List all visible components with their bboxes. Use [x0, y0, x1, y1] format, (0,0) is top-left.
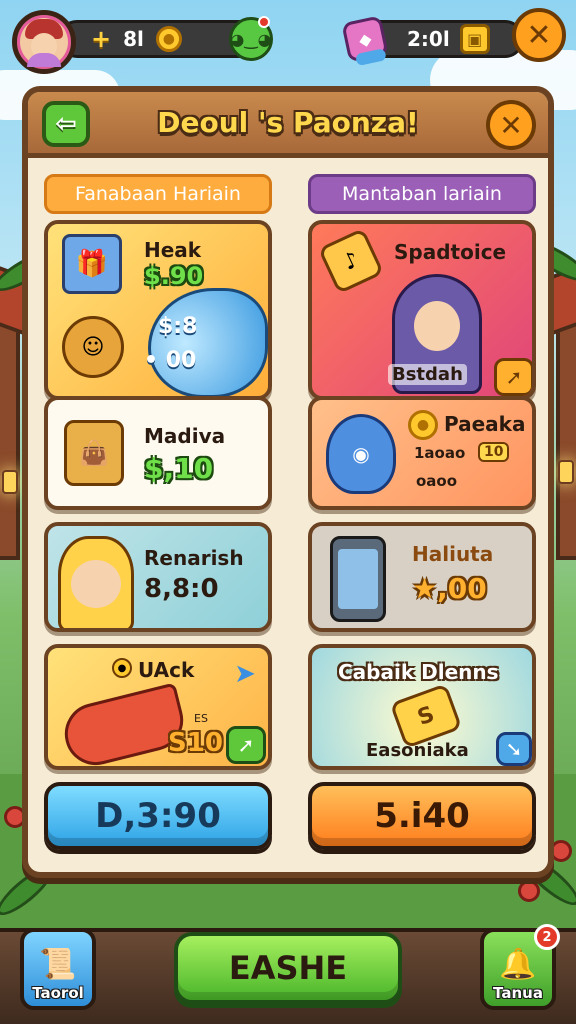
shop-card-heak[interactable]: 🎁 Heak $.90 ☺ $:8 • 00: [44, 220, 272, 400]
character-name: Bstdah: [388, 364, 467, 385]
card-price: S10: [168, 728, 223, 758]
horn-icon: ♪: [317, 227, 385, 295]
main-action-button[interactable]: EASHE: [174, 932, 402, 1004]
hut-right: [556, 300, 576, 560]
buy-orange-button[interactable]: 5.i40: [308, 782, 536, 850]
bird-icon: ◉: [326, 414, 396, 494]
paper-plane-icon: ➤: [234, 659, 256, 689]
panel-header: ⇦ Deoul 's Paonza! ✕: [28, 92, 548, 158]
phone-screen: [338, 549, 378, 609]
timer-bar: ◆ 2:0l ▣: [341, 15, 524, 67]
card-title: Renarish: [144, 546, 244, 570]
shop-card-renarish[interactable]: Renarish 8,8:0: [44, 522, 272, 632]
add-currency-icon[interactable]: +: [91, 25, 111, 53]
currency-bar: + 8l ● ◕‿◕: [58, 16, 273, 61]
notification-dot: [258, 16, 270, 28]
bottom-nav-bar: 📜 Taorol EASHE 2 🔔 Tanua: [0, 924, 576, 1024]
flower: [518, 880, 540, 902]
ticket-icon: ▣: [459, 24, 490, 54]
card-label: Easoniaka: [366, 740, 469, 761]
coin-icon: ●: [155, 26, 182, 52]
card-title: Paeaka: [444, 412, 526, 436]
card-title: Spadtoice: [394, 240, 507, 264]
timer-value: 2:0l: [407, 27, 450, 51]
shop-panel: ⇦ Deoul 's Paonza! ✕ Fanabaan Hariain Ma…: [22, 86, 554, 878]
sun-creature-icon: ☺: [62, 316, 124, 378]
shop-card-haliuta[interactable]: Haliuta ★,00: [308, 522, 536, 632]
slime-icon[interactable]: ◕‿◕: [229, 16, 273, 61]
small-coin-icon: ●: [112, 658, 132, 678]
select-arrow-button[interactable]: ➘: [496, 732, 532, 766]
card-price: ★,00: [412, 572, 487, 605]
card-title: Haliuta: [412, 542, 494, 566]
portrait-face: [71, 560, 121, 608]
card-subprice: $:8: [158, 314, 198, 339]
moon-icon: [148, 288, 268, 396]
hud-close-button[interactable]: ✕: [512, 8, 566, 62]
player-avatar[interactable]: [12, 10, 76, 74]
card-title: UAck: [138, 658, 195, 682]
boy-portrait: [58, 536, 134, 628]
top-hud: + 8l ● ◕‿◕ ◆ 2:0l ▣ ✕: [10, 8, 566, 74]
discount-tag: 10: [478, 442, 510, 462]
card-subtext-2: oaoo: [416, 472, 458, 490]
shop-card-cabaik[interactable]: Cabaik Dlenns S Easoniaka ➘: [308, 644, 536, 770]
scroll-icon: 📜: [39, 947, 77, 982]
gem-icon[interactable]: ◆: [341, 15, 389, 67]
gift-box-icon: 🎁: [62, 234, 122, 294]
card-price: $.90: [144, 262, 204, 290]
nav-label: Taorol: [32, 984, 84, 1002]
select-arrow-button[interactable]: ➚: [494, 358, 532, 396]
tab-right-column[interactable]: Mantaban lariain: [308, 174, 536, 214]
back-button[interactable]: ⇦: [42, 101, 90, 147]
bell-icon: 🔔: [499, 947, 537, 982]
lamp-left: [2, 470, 18, 494]
notification-badge: 2: [534, 924, 560, 950]
gem-base: [354, 48, 387, 67]
shop-card-spadtoice[interactable]: ♪ Spadtoice Bstdah ➚: [308, 220, 536, 400]
avatar-shirt: [27, 53, 61, 67]
panel-title: Deoul 's Paonza!: [157, 106, 419, 139]
nav-tutorial-button[interactable]: 📜 Taorol: [20, 928, 96, 1010]
card-title: Cabaik Dlenns: [338, 660, 499, 684]
card-price: $,10: [144, 452, 214, 485]
currency-count: 8l: [123, 27, 144, 51]
nav-label: Tanua: [493, 984, 543, 1002]
select-arrow-button[interactable]: ➚: [226, 726, 266, 764]
nav-tanua-button[interactable]: 2 🔔 Tanua: [480, 924, 560, 1010]
coin-icon: ●: [408, 410, 438, 440]
tab-left-column[interactable]: Fanabaan Hariain: [44, 174, 272, 214]
close-button[interactable]: ✕: [486, 100, 536, 150]
hut-left: [0, 300, 20, 560]
shop-card-uack[interactable]: ● UAck ➤ ES S10 ➚: [44, 644, 272, 770]
bag-icon: 👜: [64, 420, 124, 486]
phone-icon: [330, 536, 386, 622]
card-subtext: 1aoao: [414, 444, 466, 462]
card-title: Madiva: [144, 424, 226, 448]
s-token-icon: S: [389, 683, 463, 749]
card-price: 8,8:0: [144, 574, 219, 604]
portrait-face: [414, 301, 460, 351]
shop-card-madiva[interactable]: 👜 Madiva $,10: [44, 396, 272, 510]
lamp-right: [558, 460, 574, 484]
buy-blue-button[interactable]: D,3:90: [44, 782, 272, 850]
shop-card-paeaka[interactable]: ◉ ● Paeaka 1aoao 10 oaoo: [308, 396, 536, 510]
card-small-text: ES: [194, 712, 208, 725]
card-title: Heak: [144, 238, 202, 262]
card-subvalue: • 00: [144, 348, 197, 373]
